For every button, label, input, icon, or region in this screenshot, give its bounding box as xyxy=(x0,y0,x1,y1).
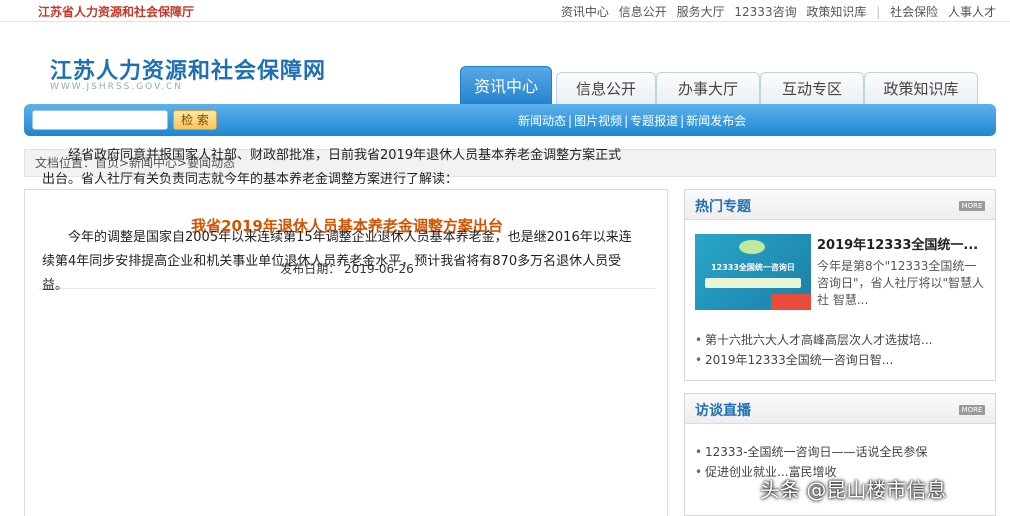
subnav-news[interactable]: 新闻动态 xyxy=(518,114,566,128)
tab-service-hall[interactable]: 办事大厅 xyxy=(656,72,760,106)
list-item[interactable]: 2019年12333全国统一咨询日智... xyxy=(695,350,932,370)
more-button[interactable]: MORE xyxy=(959,405,985,415)
top-link-personnel[interactable]: 人事人才 xyxy=(948,5,996,19)
more-button[interactable]: MORE xyxy=(959,201,985,211)
top-link-disclosure[interactable]: 信息公开 xyxy=(619,5,667,19)
top-links: 资讯中心 信息公开 服务大厅 12333咨询 政策知识库 | 社会保险 人事人才 xyxy=(555,3,996,20)
top-link-social-insurance[interactable]: 社会保险 xyxy=(890,5,938,19)
watermark: 头条 @昆山楼市信息 xyxy=(760,478,947,502)
logo-icon xyxy=(739,240,765,254)
thumbnail-caption: 12333全国统一咨询日 xyxy=(711,263,795,272)
featured-thumbnail[interactable]: 12333全国统一咨询日 xyxy=(695,234,811,310)
top-link-service-hall[interactable]: 服务大厅 xyxy=(677,5,725,19)
top-link-12333[interactable]: 12333咨询 xyxy=(734,5,796,19)
tab-news-center[interactable]: 资讯中心 xyxy=(460,66,552,108)
top-links-divider: | xyxy=(876,5,881,19)
hot-topics-title: 热门专题 xyxy=(695,199,751,215)
hot-topics-header: 热门专题 MORE xyxy=(685,190,995,220)
search-input[interactable] xyxy=(32,110,168,130)
site-logo-url: WWW.JSHRSS.GOV.CN xyxy=(50,82,183,92)
list-item[interactable]: 第十六批六大人才高峰高层次人才选拔培... xyxy=(695,330,932,350)
featured-title[interactable]: 2019年12333全国统一... xyxy=(817,234,987,253)
tab-interaction[interactable]: 互动专区 xyxy=(760,72,864,106)
article-paragraph: 今年的调整是国家自2005年以来连续第15年调整企业退休人员基本养老金，也是继2… xyxy=(42,230,632,293)
site-logo-title[interactable]: 江苏人力资源和社会保障网 xyxy=(50,53,326,85)
nav-bar: 检 索 新闻动态 | 图片视频 | 专题报道 | 新闻发布会 xyxy=(24,104,996,136)
article-paragraph: 经省政府同意并报国家人社部、财政部批准，日前我省2019年退休人员基本养老金调整… xyxy=(42,148,622,187)
search-button[interactable]: 检 索 xyxy=(173,110,217,130)
hot-topics-panel: 热门专题 MORE 12333全国统一咨询日 2019年12333全国统一...… xyxy=(684,189,996,381)
subnav-photos-videos[interactable]: 图片视频 xyxy=(574,114,622,128)
interviews-title: 访谈直播 xyxy=(695,403,751,419)
subnav-divider: | xyxy=(680,114,685,128)
list-item[interactable]: 12333-全国统一咨询日——话说全民参保 xyxy=(695,442,928,462)
featured-description: 今年是第8个"12333全国统一咨询日"，省人社厅将以"智慧人社 智慧... xyxy=(817,259,985,307)
tab-policy-base[interactable]: 政策知识库 xyxy=(864,72,978,106)
subnav-special-reports[interactable]: 专题报道 xyxy=(630,114,678,128)
department-name[interactable]: 江苏省人力资源和社会保障厅 xyxy=(38,3,194,20)
hot-topics-list: 第十六批六大人才高峰高层次人才选拔培... 2019年12333全国统一咨询日智… xyxy=(695,330,932,370)
sub-nav: 新闻动态 | 图片视频 | 专题报道 | 新闻发布会 xyxy=(518,112,746,129)
top-link-news[interactable]: 资讯中心 xyxy=(561,5,609,19)
top-link-policy-base[interactable]: 政策知识库 xyxy=(806,5,866,19)
tab-info-disclosure[interactable]: 信息公开 xyxy=(556,72,656,106)
subnav-divider: | xyxy=(568,114,573,128)
thumbnail-tag xyxy=(771,294,811,310)
main-tabs: 资讯中心 信息公开 办事大厅 互动专区 政策知识库 xyxy=(460,66,980,108)
subnav-press-conference[interactable]: 新闻发布会 xyxy=(686,114,746,128)
subnav-divider: | xyxy=(624,114,629,128)
interviews-header: 访谈直播 MORE xyxy=(685,394,995,424)
top-bar: 江苏省人力资源和社会保障厅 资讯中心 信息公开 服务大厅 12333咨询 政策知… xyxy=(0,0,1010,22)
thumbnail-banner xyxy=(705,278,801,288)
